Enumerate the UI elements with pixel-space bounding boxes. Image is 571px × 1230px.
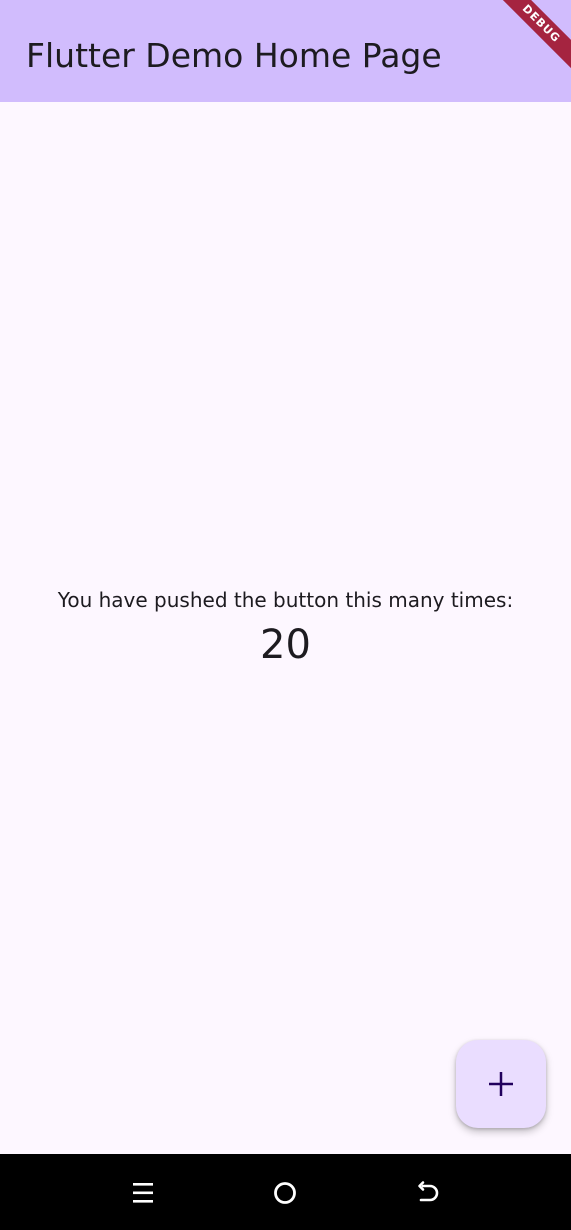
debug-banner: DEBUG xyxy=(481,0,571,90)
system-navigation-bar xyxy=(0,1154,571,1230)
main-content: You have pushed the button this many tim… xyxy=(0,102,571,1154)
debug-banner-label: DEBUG xyxy=(481,0,571,88)
counter-label: You have pushed the button this many tim… xyxy=(57,588,514,612)
page-title: Flutter Demo Home Page xyxy=(26,36,442,75)
counter-value: 20 xyxy=(260,622,311,668)
back-icon xyxy=(418,1181,439,1202)
recent-apps-button[interactable] xyxy=(128,1178,158,1208)
app-screen: Flutter Demo Home Page DEBUG You have pu… xyxy=(0,0,571,1230)
add-icon xyxy=(489,1072,513,1096)
app-bar: Flutter Demo Home Page DEBUG xyxy=(0,0,571,102)
home-circle-icon xyxy=(274,1182,296,1204)
recent-apps-icon xyxy=(133,1183,153,1203)
back-button[interactable] xyxy=(413,1178,443,1208)
home-button[interactable] xyxy=(270,1178,300,1208)
increment-button[interactable] xyxy=(456,1040,546,1128)
